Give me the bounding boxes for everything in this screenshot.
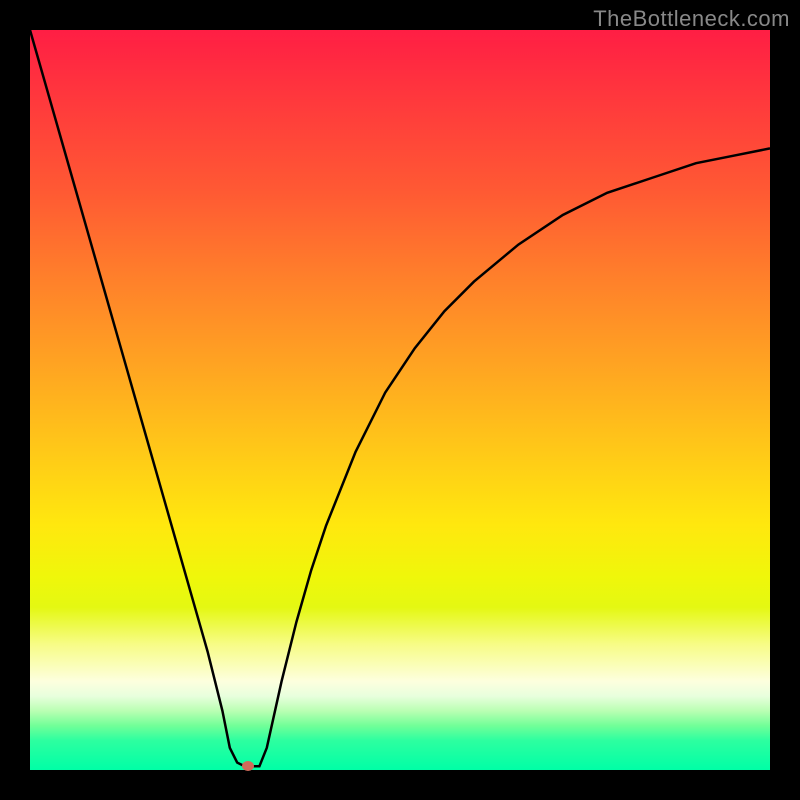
minimum-point-marker bbox=[242, 761, 254, 771]
bottleneck-curve bbox=[30, 30, 770, 766]
curve-layer bbox=[30, 30, 770, 770]
chart-container: TheBottleneck.com bbox=[0, 0, 800, 800]
watermark: TheBottleneck.com bbox=[593, 6, 790, 32]
